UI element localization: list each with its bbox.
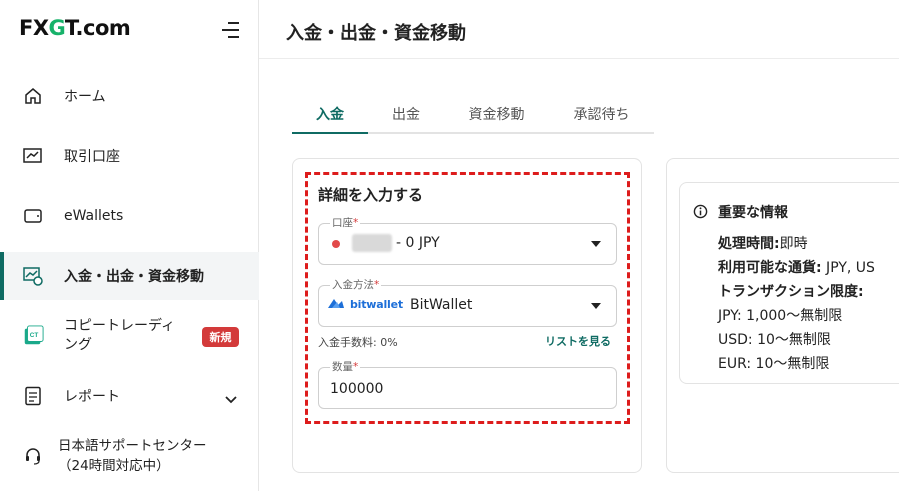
tab-withdraw[interactable]: 出金 xyxy=(368,96,444,132)
deposit-method-value: BitWallet xyxy=(410,297,473,313)
sidebar-item-ewallets[interactable]: eWallets xyxy=(0,192,259,240)
sidebar-item-trading-account[interactable]: 取引口座 xyxy=(0,132,259,180)
processing-time: 処理時間:即時 xyxy=(718,236,808,252)
report-icon xyxy=(22,385,44,407)
sidebar-item-support[interactable]: 日本語サポートセンター （24時間対応中） xyxy=(0,432,259,480)
limit-eur: EUR: 10〜無制限 xyxy=(718,356,830,372)
sidebar-item-report[interactable]: レポート xyxy=(0,372,259,420)
tab-pending-approval[interactable]: 承認待ち xyxy=(549,96,654,132)
dropdown-caret-icon[interactable] xyxy=(591,241,601,247)
home-icon xyxy=(22,85,44,107)
sidebar-item-deposit-withdraw[interactable]: 入金・出金・資金移動 xyxy=(0,252,259,300)
dropdown-caret-icon[interactable] xyxy=(591,303,601,309)
quantity-input[interactable] xyxy=(330,379,600,399)
limit-usd: USD: 10〜無制限 xyxy=(718,332,831,348)
account-select-value: - 0 JPY xyxy=(396,235,440,251)
info-title: 重要な情報 xyxy=(718,205,788,221)
form-title: 詳細を入力する xyxy=(318,186,424,204)
tab-deposit[interactable]: 入金 xyxy=(292,96,368,134)
sidebar-item-label: 入金・出金・資金移動 xyxy=(64,269,204,285)
sidebar-item-label: 取引口座 xyxy=(64,149,120,165)
limit-jpy: JPY: 1,000〜無制限 xyxy=(718,308,843,324)
account-status-dot xyxy=(332,240,340,248)
quantity-field-label: 数量* xyxy=(330,359,361,374)
deposit-withdraw-icon xyxy=(22,265,44,287)
sidebar-item-label: ホーム xyxy=(64,89,106,105)
available-currencies: 利用可能な通貨: JPY, US xyxy=(718,260,875,276)
chevron-down-icon[interactable] xyxy=(224,390,238,409)
method-field-label: 入金方法* xyxy=(330,277,382,292)
fxgt-logo[interactable]: FXGT.com xyxy=(19,16,131,40)
wallet-icon xyxy=(22,205,44,227)
view-list-link[interactable]: リストを見る xyxy=(545,333,611,349)
bitwallet-icon xyxy=(328,299,344,308)
account-number-redacted xyxy=(352,234,392,252)
info-icon xyxy=(693,204,708,223)
page-title: 入金・出金・資金移動 xyxy=(286,23,466,44)
sidebar-item-label: eWallets xyxy=(64,208,124,224)
tab-fund-transfer[interactable]: 資金移動 xyxy=(444,96,549,132)
menu-toggle-icon[interactable] xyxy=(218,21,240,39)
transaction-limit-heading: トランザクション限度: xyxy=(718,284,864,300)
account-field-label: 口座* xyxy=(330,215,361,230)
new-badge: 新規 xyxy=(202,327,239,347)
sidebar-item-label: コピートレーディ ング xyxy=(64,318,176,353)
sidebar-item-label: レポート xyxy=(64,389,120,405)
support-headset-icon xyxy=(22,445,44,467)
bitwallet-logo: bitwallet xyxy=(326,296,403,312)
svg-text:CT: CT xyxy=(30,332,39,339)
trading-account-icon xyxy=(22,145,44,167)
sidebar-item-home[interactable]: ホーム xyxy=(0,72,259,120)
sidebar-item-label: 日本語サポートセンター （24時間対応中） xyxy=(58,438,207,474)
header-divider xyxy=(259,58,899,59)
copy-trading-icon: CT xyxy=(22,325,44,347)
deposit-fee-text: 入金手数料: 0% xyxy=(318,336,398,349)
tab-bar: 入金 出金 資金移動 承認待ち xyxy=(292,96,654,134)
